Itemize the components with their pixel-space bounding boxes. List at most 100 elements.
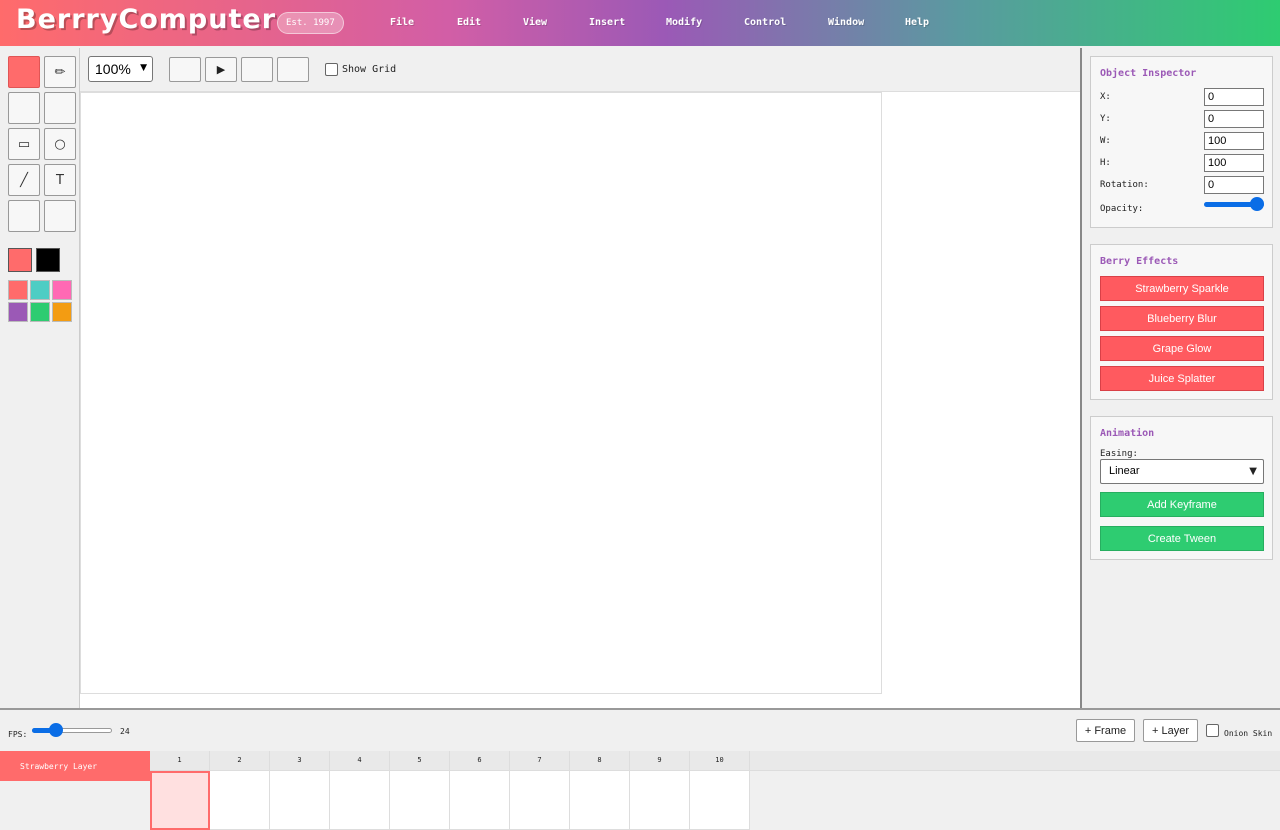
add-frame-button[interactable]: + Frame: [1076, 719, 1135, 742]
eyedropper-tool-button[interactable]: [44, 200, 76, 232]
frame-number: 9: [630, 751, 690, 771]
palette-swatch-red[interactable]: [8, 280, 28, 300]
y-input[interactable]: 0: [1204, 110, 1264, 128]
frame-number: 2: [210, 751, 270, 771]
chevron-down-icon: ▼: [140, 63, 147, 73]
stop-button[interactable]: [241, 57, 273, 82]
layers-area: [0, 781, 150, 830]
animation-title: Animation: [1100, 428, 1155, 439]
w-input[interactable]: 100: [1204, 132, 1264, 150]
opacity-slider[interactable]: [1204, 197, 1264, 213]
frame-cell[interactable]: [390, 771, 450, 830]
onion-skin-label: Onion Skin: [1224, 729, 1273, 738]
berry-effects-panel: Berry Effects Strawberry Sparkle Blueber…: [1090, 244, 1273, 400]
blueberry-blur-button[interactable]: Blueberry Blur: [1100, 306, 1264, 331]
oval-tool-button[interactable]: ○: [44, 128, 76, 160]
w-label: W:: [1100, 136, 1111, 146]
menu-edit[interactable]: Edit: [457, 17, 481, 28]
properties-sidebar: Object Inspector X: 0 Y: 0 W: 100 H: 100…: [1080, 48, 1280, 710]
fill-color-swatch[interactable]: [8, 248, 32, 272]
berry-effects-title: Berry Effects: [1100, 256, 1179, 267]
palette-swatch-teal[interactable]: [30, 280, 50, 300]
layer-name: Strawberry Layer: [20, 762, 98, 771]
menu-insert[interactable]: Insert: [589, 17, 625, 28]
fps-slider[interactable]: [32, 722, 112, 738]
opacity-label: Opacity:: [1100, 204, 1144, 214]
rectangle-tool-button[interactable]: ▭: [8, 128, 40, 160]
menu-window[interactable]: Window: [828, 17, 864, 28]
brush-tool-button[interactable]: [8, 92, 40, 124]
zoom-select[interactable]: 100% ▼: [88, 56, 153, 82]
palette-swatch-pink[interactable]: [52, 280, 72, 300]
easing-label: Easing:: [1100, 449, 1138, 459]
text-tool-button[interactable]: T: [44, 164, 76, 196]
frame-number: 5: [390, 751, 450, 771]
pencil-tool-button[interactable]: ✏: [44, 56, 76, 88]
canvas-area: [80, 92, 1080, 710]
juice-splatter-button[interactable]: Juice Splatter: [1100, 366, 1264, 391]
zoom-value: 100%: [95, 61, 131, 77]
stroke-color-swatch[interactable]: [36, 248, 60, 272]
easing-value: Linear: [1109, 465, 1140, 477]
fill-tool-button[interactable]: [8, 200, 40, 232]
frame-number: 10: [690, 751, 750, 771]
select-tool-button[interactable]: [8, 56, 40, 88]
frame-cell[interactable]: [270, 771, 330, 830]
add-keyframe-button[interactable]: Add Keyframe: [1100, 492, 1264, 517]
rotation-input[interactable]: 0: [1204, 176, 1264, 194]
create-tween-button[interactable]: Create Tween: [1100, 526, 1264, 551]
palette-swatch-green[interactable]: [30, 302, 50, 322]
frame-cell[interactable]: [210, 771, 270, 830]
forward-button[interactable]: [277, 57, 309, 82]
x-input[interactable]: 0: [1204, 88, 1264, 106]
frame-number: 7: [510, 751, 570, 771]
frame-number: 8: [570, 751, 630, 771]
easing-select[interactable]: Linear ▼: [1100, 459, 1264, 484]
frame-cell[interactable]: [630, 771, 690, 830]
menu-modify[interactable]: Modify: [666, 17, 702, 28]
frame-number: 3: [270, 751, 330, 771]
play-button[interactable]: ▶: [205, 57, 237, 82]
fps-label: FPS:: [8, 730, 28, 739]
timeline-panel: FPS: 24 + Frame + Layer Onion Skin Straw…: [0, 708, 1280, 830]
frame-cell[interactable]: [150, 771, 210, 830]
h-label: H:: [1100, 158, 1111, 168]
eraser-tool-button[interactable]: [44, 92, 76, 124]
add-layer-button[interactable]: + Layer: [1143, 719, 1198, 742]
show-grid-label: Show Grid: [342, 64, 397, 75]
frame-number: 6: [450, 751, 510, 771]
rotation-label: Rotation:: [1100, 180, 1149, 190]
menu-control[interactable]: Control: [744, 17, 786, 28]
frame-cell[interactable]: [510, 771, 570, 830]
frame-cell[interactable]: [450, 771, 510, 830]
app-header: BerrryComputer Est. 1997 File Edit View …: [0, 0, 1280, 46]
layer-row[interactable]: Strawberry Layer: [0, 751, 150, 781]
frame-cell[interactable]: [570, 771, 630, 830]
strawberry-sparkle-button[interactable]: Strawberry Sparkle: [1100, 276, 1264, 301]
chevron-down-icon: ▼: [1249, 466, 1257, 477]
onion-skin-checkbox[interactable]: [1206, 724, 1219, 737]
stage[interactable]: [80, 92, 882, 694]
y-label: Y:: [1100, 114, 1111, 124]
menu-view[interactable]: View: [523, 17, 547, 28]
palette-swatch-purple[interactable]: [8, 302, 28, 322]
frame-number: 1: [150, 751, 210, 771]
h-input[interactable]: 100: [1204, 154, 1264, 172]
menu-file[interactable]: File: [390, 17, 414, 28]
est-badge: Est. 1997: [277, 12, 344, 34]
animation-panel: Animation Easing: Linear ▼ Add Keyframe …: [1090, 416, 1273, 560]
object-inspector-panel: Object Inspector X: 0 Y: 0 W: 100 H: 100…: [1090, 56, 1273, 228]
line-tool-button[interactable]: ╱: [8, 164, 40, 196]
menu-help[interactable]: Help: [905, 17, 929, 28]
tools-panel: ✏ ▭ ○ ╱ T: [0, 48, 80, 710]
grape-glow-button[interactable]: Grape Glow: [1100, 336, 1264, 361]
frame-number: 4: [330, 751, 390, 771]
frame-cell[interactable]: [330, 771, 390, 830]
frame-cell[interactable]: [690, 771, 750, 830]
fps-value: 24: [120, 727, 130, 736]
rewind-button[interactable]: [169, 57, 201, 82]
show-grid-checkbox[interactable]: [325, 63, 338, 76]
canvas-toolbar: 100% ▼ ▶ Show Grid: [80, 48, 1080, 92]
palette-swatch-orange[interactable]: [52, 302, 72, 322]
app-logo: BerrryComputer: [16, 4, 277, 35]
